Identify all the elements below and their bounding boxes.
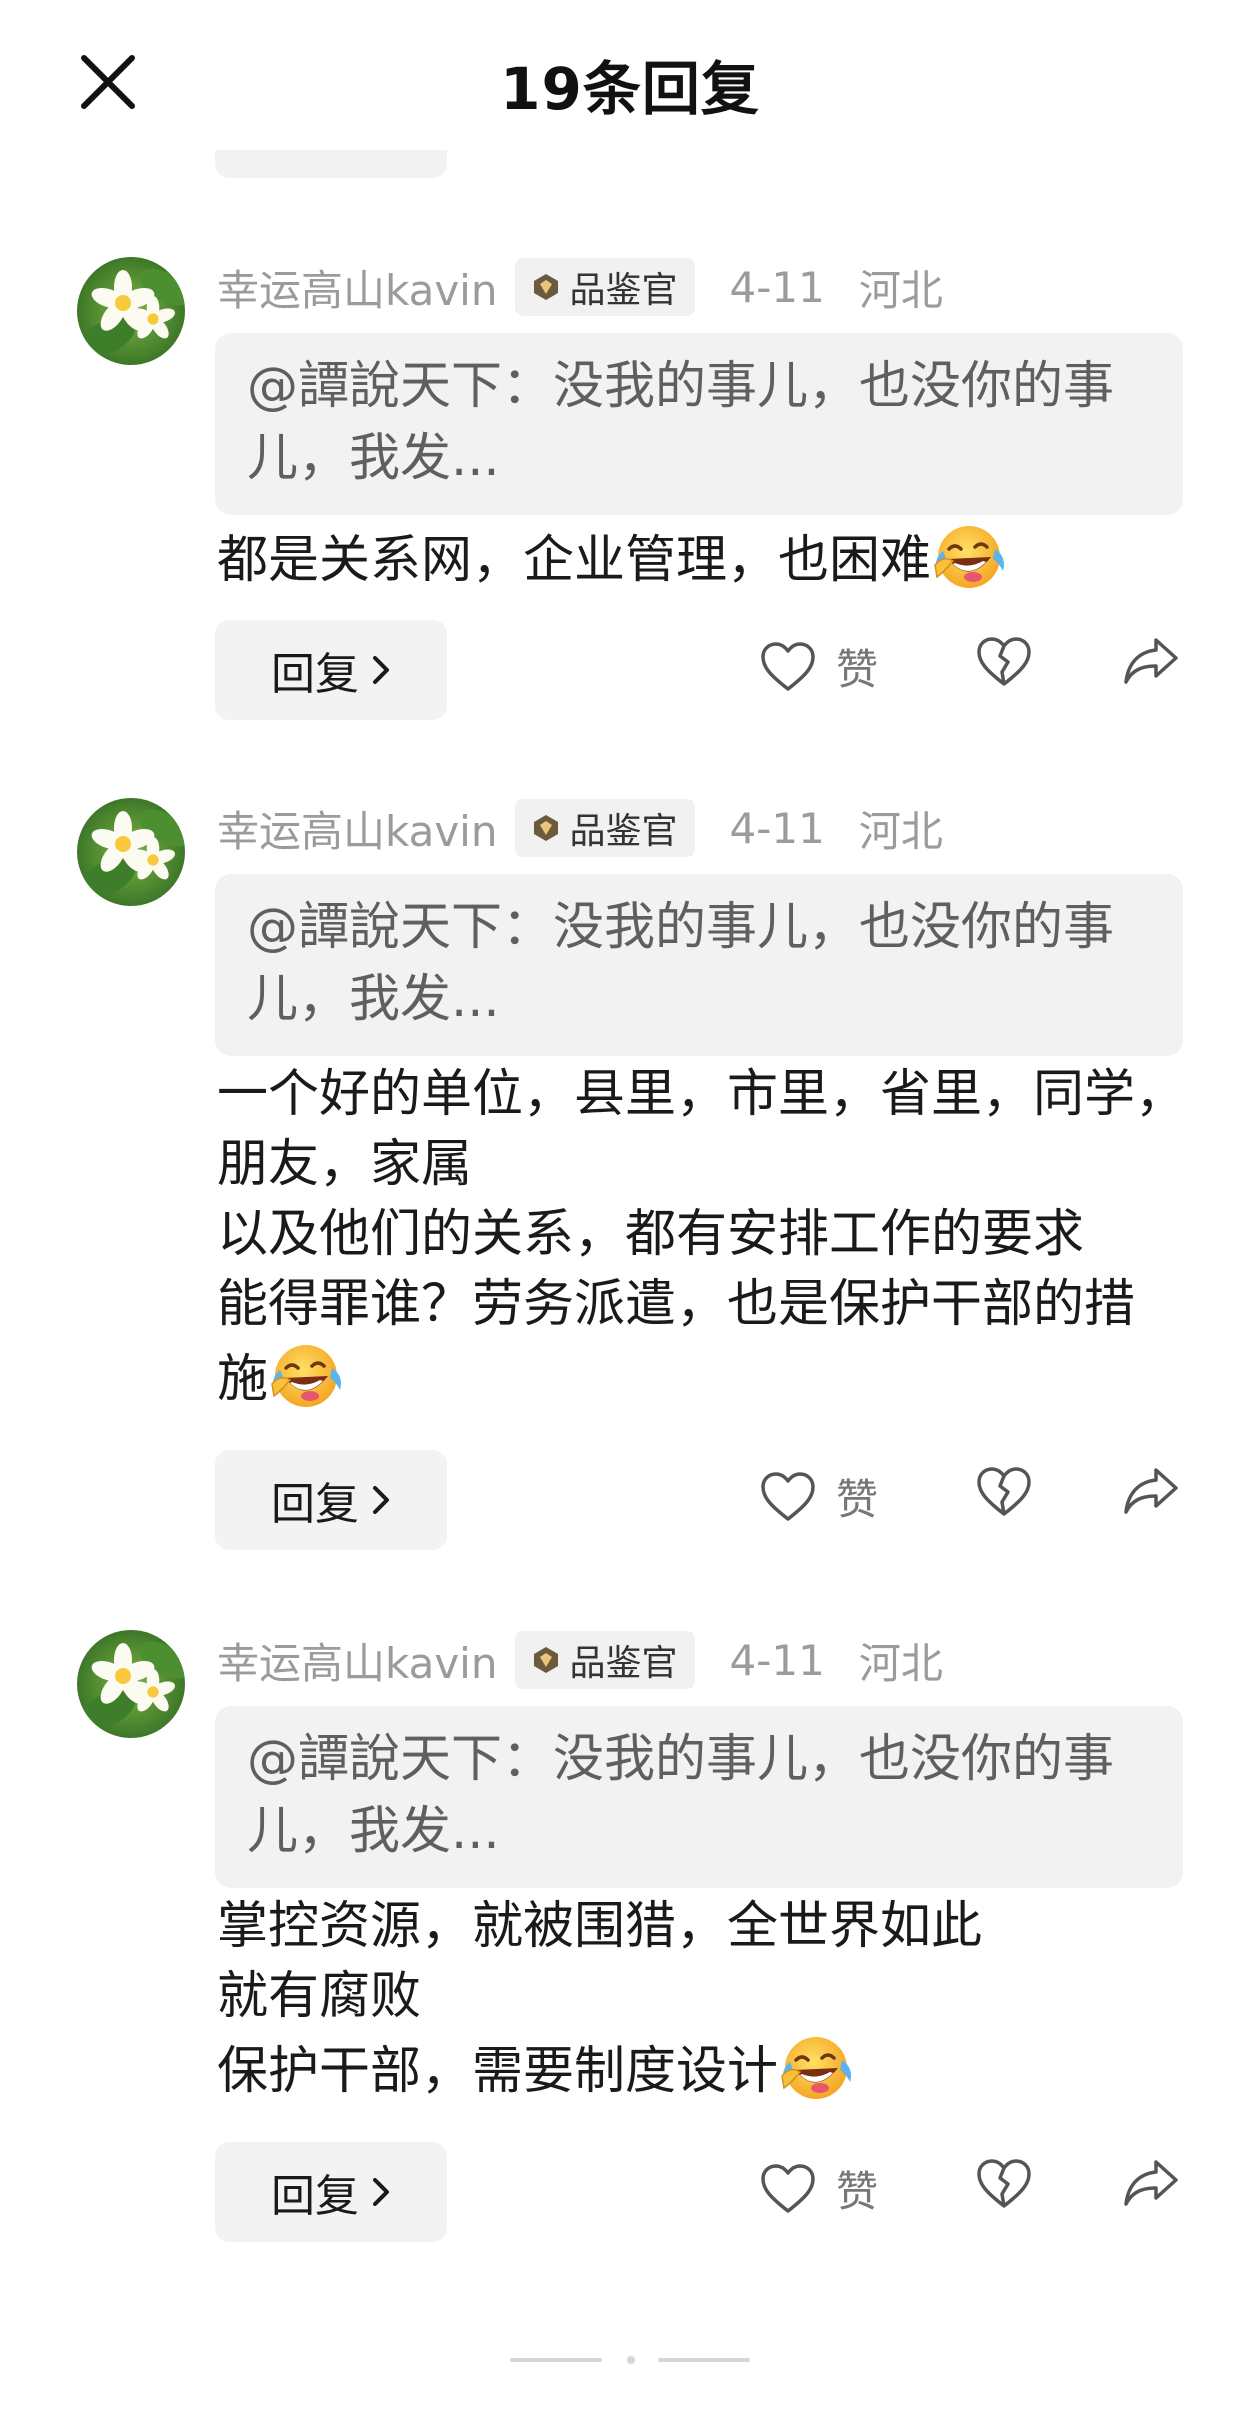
reply-button[interactable]: 回复 (215, 1450, 447, 1550)
comment-line: 掌控资源，就被围猎，全世界如此 (217, 1897, 983, 1956)
reply-button-label: 回复 (271, 649, 359, 700)
comment-actions: 赞 (760, 620, 1200, 720)
comment-date: 4-11 (729, 803, 825, 853)
broken-heart-icon (977, 2159, 1031, 2208)
comment-meta: 幸运高山kavin 品鉴官 4-11 河北 (217, 1630, 943, 1690)
username[interactable]: 幸运高山kavin (217, 798, 497, 859)
like-label: 赞 (836, 1475, 879, 1524)
comment-line: 就有腐败 (217, 1967, 422, 2026)
dislike-button[interactable] (976, 2158, 1032, 2214)
share-arrow-icon (1124, 2160, 1178, 2206)
chevron-right-icon (373, 656, 389, 684)
share-arrow-icon (1124, 638, 1178, 684)
comment-item: 幸运高山kavin 品鉴官 4-11 河北 @譚說天下：没我的事儿，也没你的事儿… (0, 1630, 1260, 2250)
quoted-comment[interactable]: @譚說天下：没我的事儿，也没你的事儿，我发... (215, 874, 1183, 1056)
comment-date: 4-11 (729, 1635, 825, 1685)
home-indicator (510, 2358, 602, 2362)
comment-actions: 赞 (760, 1450, 1200, 1550)
badge-icon (531, 272, 561, 302)
like-button[interactable]: 赞 (760, 1466, 878, 1527)
like-label: 赞 (836, 645, 879, 694)
comment-location: 河北 (858, 1638, 943, 1688)
badge-label: 品鉴官 (569, 1643, 678, 1684)
previous-reply-button-edge[interactable] (215, 150, 447, 178)
badge-label: 品鉴官 (569, 270, 678, 311)
comment-actions: 赞 (760, 2142, 1200, 2242)
laughing-crying-emoji-icon (931, 521, 1009, 591)
broken-heart-icon (977, 1467, 1031, 1516)
comment-line: 一个好的单位，县里，市里，省里，同学， (217, 1065, 1187, 1124)
comment-meta: 幸运高山kavin 品鉴官 4-11 河北 (217, 257, 943, 317)
chevron-right-icon (373, 1486, 389, 1514)
comment-line: 都是关系网，企业管理，也困难 (217, 531, 932, 590)
badge-icon (531, 813, 561, 843)
reply-button[interactable]: 回复 (215, 2142, 447, 2242)
dislike-button[interactable] (976, 1466, 1032, 1522)
laughing-crying-emoji-icon (268, 1340, 346, 1410)
laughing-crying-emoji-icon (778, 2032, 856, 2102)
badge-icon (531, 1645, 561, 1675)
comment-line: 朋友，家属 (217, 1135, 473, 1194)
comment-location: 河北 (858, 265, 943, 315)
comment-item: 幸运高山kavin 品鉴官 4-11 河北 @譚說天下：没我的事儿，也没你的事儿… (0, 798, 1260, 1558)
quoted-comment[interactable]: @譚說天下：没我的事儿，也没你的事儿，我发... (215, 333, 1183, 515)
username[interactable]: 幸运高山kavin (217, 1630, 497, 1691)
reply-button-label: 回复 (271, 1479, 359, 1530)
badge-label: 品鉴官 (569, 811, 678, 852)
status-badge: 品鉴官 (515, 1631, 696, 1689)
reply-button[interactable]: 回复 (215, 620, 447, 720)
avatar[interactable] (77, 257, 185, 365)
share-button[interactable] (1122, 1466, 1180, 1522)
home-indicator (658, 2358, 750, 2362)
quoted-comment[interactable]: @譚說天下：没我的事儿，也没你的事儿，我发... (215, 1706, 1183, 1888)
share-button[interactable] (1122, 2158, 1180, 2214)
heart-icon (761, 2163, 815, 2213)
like-button[interactable]: 赞 (760, 636, 878, 697)
comment-text: 都是关系网，企业管理，也困难 (217, 521, 1197, 597)
status-badge: 品鉴官 (515, 799, 696, 857)
comment-line: 能得罪谁？劳务派遣，也是保护干部的措 (217, 1275, 1136, 1334)
share-button[interactable] (1122, 636, 1180, 692)
comment-line: 保护干部，需要制度设计 (217, 2042, 779, 2101)
page-title: 19条回复 (500, 55, 760, 123)
comment-meta: 幸运高山kavin 品鉴官 4-11 河北 (217, 798, 943, 858)
avatar[interactable] (77, 798, 185, 906)
home-indicator-dot (627, 2356, 635, 2364)
dislike-button[interactable] (976, 636, 1032, 692)
heart-icon (761, 1471, 815, 1521)
share-arrow-icon (1124, 1468, 1178, 1514)
broken-heart-icon (977, 637, 1031, 686)
comment-text: 掌控资源，就被围猎，全世界如此 就有腐败 保护干部，需要制度设计 (217, 1892, 1197, 2107)
username[interactable]: 幸运高山kavin (217, 257, 497, 318)
chevron-right-icon (373, 2178, 389, 2206)
comment-location: 河北 (858, 806, 943, 856)
comment-item: 幸运高山kavin 品鉴官 4-11 河北 @譚說天下：没我的事儿，也没你的事儿… (0, 257, 1260, 720)
comment-line: 施 (217, 1350, 269, 1409)
avatar[interactable] (77, 1630, 185, 1738)
comment-date: 4-11 (729, 262, 825, 312)
like-button[interactable]: 赞 (760, 2158, 878, 2219)
heart-icon (761, 641, 815, 691)
comment-text: 一个好的单位，县里，市里，省里，同学， 朋友，家属 以及他们的关系，都有安排工作… (217, 1060, 1197, 1415)
comment-line: 以及他们的关系，都有安排工作的要求 (217, 1205, 1085, 1264)
status-badge: 品鉴官 (515, 258, 696, 316)
reply-button-label: 回复 (271, 2171, 359, 2222)
header-bar: 19条回复 (0, 0, 1260, 160)
like-label: 赞 (836, 2167, 879, 2216)
